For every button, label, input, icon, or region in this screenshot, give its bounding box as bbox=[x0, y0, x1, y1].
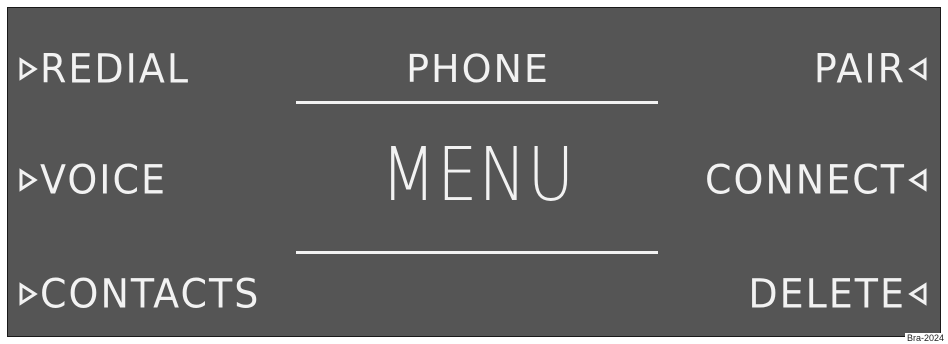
contacts-label: CONTACTS bbox=[40, 270, 261, 318]
connect-softkey[interactable]: CONNECT bbox=[704, 156, 928, 204]
voice-softkey[interactable]: VOICE bbox=[18, 156, 167, 204]
delete-label: DELETE bbox=[748, 270, 906, 318]
softkey-right-arrow-icon bbox=[18, 56, 40, 82]
softkey-right-arrow-icon bbox=[18, 281, 40, 307]
softkey-left-arrow-icon bbox=[906, 56, 928, 82]
title-divider-bottom bbox=[296, 251, 658, 254]
contacts-softkey[interactable]: CONTACTS bbox=[18, 270, 261, 318]
image-reference-code: Bra-2024 bbox=[904, 333, 946, 344]
delete-softkey[interactable]: DELETE bbox=[748, 270, 928, 318]
phone-menu-display: REDIAL VOICE CONTACTS PHONE MENU PAIR CO… bbox=[7, 7, 941, 337]
softkey-left-arrow-icon bbox=[906, 281, 928, 307]
voice-label: VOICE bbox=[40, 156, 167, 204]
connect-label: CONNECT bbox=[704, 156, 906, 204]
pair-softkey[interactable]: PAIR bbox=[813, 45, 928, 93]
redial-label: REDIAL bbox=[40, 45, 191, 93]
softkey-left-arrow-icon bbox=[906, 167, 928, 193]
display-title: PHONE bbox=[406, 47, 550, 91]
title-divider-top bbox=[296, 101, 658, 104]
softkey-right-arrow-icon bbox=[18, 167, 40, 193]
redial-softkey[interactable]: REDIAL bbox=[18, 45, 191, 93]
menu-heading: MENU bbox=[380, 133, 576, 219]
pair-label: PAIR bbox=[813, 45, 906, 93]
